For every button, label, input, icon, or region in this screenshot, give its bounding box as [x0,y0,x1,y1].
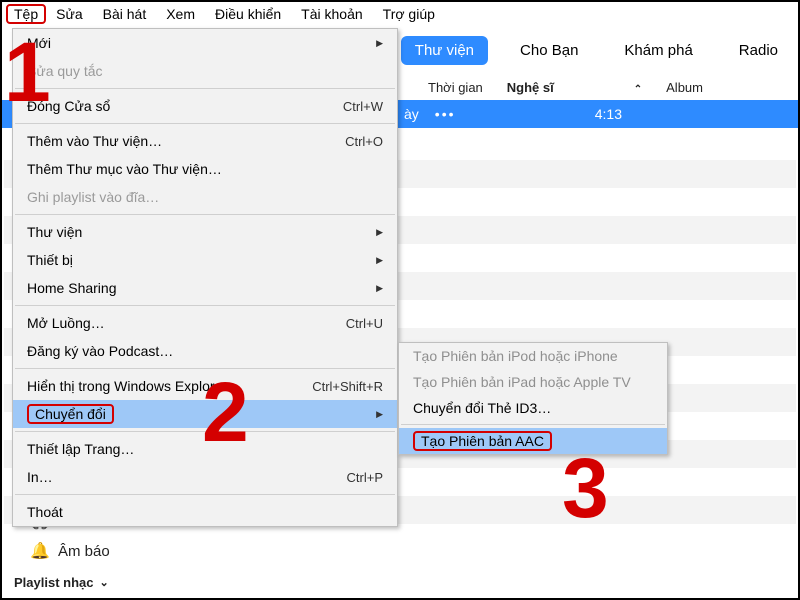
submenu-item[interactable]: Tạo Phiên bản AAC [399,428,667,454]
playlist-caption[interactable]: Playlist nhạc ⌄ [14,575,109,590]
tab-library[interactable]: Thư viện [401,36,488,65]
menu-item[interactable]: Thêm vào Thư viện…Ctrl+O [13,127,397,155]
tab-browse[interactable]: Khám phá [610,36,706,65]
menu-item[interactable]: Đăng ký vào Podcast… [13,337,397,365]
menu-item: Sửa quy tắc [13,57,397,85]
submenu-item: Tạo Phiên bản iPod hoặc iPhone [399,343,667,369]
menu-item[interactable]: Thư viện▶ [13,218,397,246]
menu-item[interactable]: Mới▶ [13,29,397,57]
submenu-item: Tạo Phiên bản iPad hoặc Apple TV [399,369,667,395]
chevron-down-icon: ⌄ [99,576,108,589]
menubar-item-song[interactable]: Bài hát [93,4,157,24]
menubar-item-account[interactable]: Tài khoản [291,4,372,24]
bell-icon: 🔔 [30,541,48,561]
menubar-item-help[interactable]: Trợ giúp [373,4,445,24]
tab-for-you[interactable]: Cho Bạn [506,36,592,65]
sidebar-item-label: Âm báo [58,543,110,560]
menubar-item-edit[interactable]: Sửa [46,4,93,24]
song-time: 4:13 [595,106,798,122]
col-time[interactable]: Thời gian [416,80,495,95]
annotation-2: 2 [202,370,249,454]
tab-radio[interactable]: Radio [725,36,792,65]
sort-asc-icon: ⌃ [634,84,642,95]
menu-item[interactable]: Thoát [13,498,397,526]
app-window: Tệp Sửa Bài hát Xem Điều khiển Tài khoản… [0,0,800,600]
sidebar-item-tones[interactable]: 🔔 Âm báo [30,536,116,566]
menubar-item-view[interactable]: Xem [156,4,205,24]
song-title-fragment: ày [400,106,435,122]
menubar-item-file[interactable]: Tệp [6,4,46,24]
menu-item: Ghi playlist vào đĩa… [13,183,397,211]
menubar: Tệp Sửa Bài hát Xem Điều khiển Tài khoản… [2,2,798,26]
menu-item[interactable]: In…Ctrl+P [13,463,397,491]
menu-item[interactable]: Home Sharing▶ [13,274,397,302]
song-more-icon[interactable]: ••• [435,106,456,122]
col-artist[interactable]: Nghệ sĩ⌃ [495,80,654,95]
convert-submenu: Tạo Phiên bản iPod hoặc iPhoneTạo Phiên … [398,342,668,455]
playlist-caption-text: Playlist nhạc [14,575,93,590]
annotation-1: 1 [4,30,51,114]
menu-item[interactable]: Đóng Cửa sổCtrl+W [13,92,397,120]
annotation-3: 3 [562,446,609,530]
menubar-item-controls[interactable]: Điều khiển [205,4,291,24]
menu-item[interactable]: Mở Luồng…Ctrl+U [13,309,397,337]
menu-item[interactable]: Thiết bị▶ [13,246,397,274]
submenu-item[interactable]: Chuyển đổi Thẻ ID3… [399,395,667,421]
col-album[interactable]: Album [654,80,715,95]
menu-item[interactable]: Thêm Thư mục vào Thư viện… [13,155,397,183]
